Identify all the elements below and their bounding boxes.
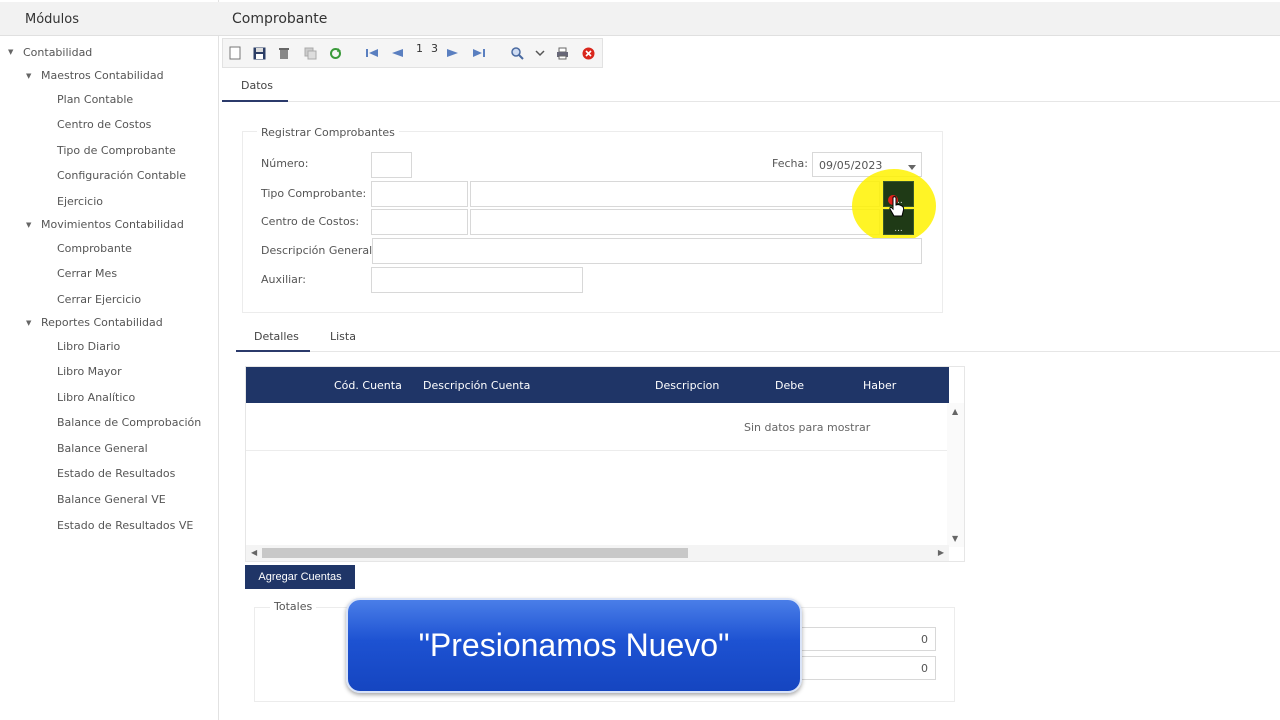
column-header-cod-cuenta[interactable]: Cód. Cuenta [334, 379, 402, 392]
tab-active-indicator [222, 100, 288, 102]
centro-costos-description-input[interactable] [470, 209, 880, 235]
modules-sidebar: Módulos ▼ Contabilidad ▼ Maestros Contab… [0, 0, 219, 720]
tree-item-maestros[interactable]: Maestros Contabilidad [41, 69, 164, 82]
page-title: Comprobante [232, 11, 328, 27]
sidebar-title: Módulos [25, 12, 79, 27]
tab-detalles[interactable]: Detalles [254, 330, 299, 343]
expand-icon[interactable]: ▼ [26, 319, 31, 327]
grid-header: Cód. Cuenta Descripción Cuenta Descripci… [246, 367, 949, 403]
page-current: 1 [416, 42, 423, 55]
tree-item-centro-costos[interactable]: Centro de Costos [57, 118, 151, 131]
total-debe-field: 0 [800, 627, 936, 651]
search-icon[interactable] [509, 45, 525, 61]
scroll-left-icon[interactable]: ◀ [251, 548, 257, 557]
scroll-right-icon[interactable]: ▶ [938, 548, 944, 557]
numero-input[interactable] [371, 152, 412, 178]
tree-item-cerrar-mes[interactable]: Cerrar Mes [57, 267, 117, 280]
tree-item-balance-general[interactable]: Balance General [57, 442, 148, 455]
tree-item-estado-resultados-ve[interactable]: Estado de Resultados VE [57, 519, 193, 532]
column-header-descripcion-cuenta[interactable]: Descripción Cuenta [423, 379, 530, 392]
auxiliar-input[interactable] [371, 267, 583, 293]
accounts-grid: Cód. Cuenta Descripción Cuenta Descripci… [245, 366, 965, 562]
detail-tab-active-indicator [236, 350, 310, 352]
fecha-label: Fecha: [772, 157, 808, 170]
expand-icon[interactable]: ▼ [26, 72, 31, 80]
previous-record-icon[interactable] [389, 45, 405, 61]
tab-datos[interactable]: Datos [241, 79, 273, 92]
totals-title: Totales [270, 600, 317, 613]
tipo-comprobante-label: Tipo Comprobante: [261, 187, 367, 200]
tree-item-movimientos[interactable]: Movimientos Contabilidad [41, 218, 184, 231]
scroll-up-icon[interactable]: ▲ [952, 407, 958, 416]
tree-item-balance-general-ve[interactable]: Balance General VE [57, 493, 166, 506]
page-header: Comprobante [219, 2, 1280, 36]
agregar-cuentas-button[interactable]: Agregar Cuentas [245, 565, 355, 589]
vertical-scrollbar[interactable]: ▲ ▼ [947, 403, 964, 547]
hand-cursor-icon [889, 196, 905, 222]
page-total: 3 [431, 42, 438, 55]
tree-item-reportes[interactable]: Reportes Contabilidad [41, 316, 163, 329]
tree-item-estado-resultados[interactable]: Estado de Resultados [57, 467, 175, 480]
tutorial-caption: "Presionamos Nuevo" [346, 598, 802, 693]
expand-icon[interactable]: ▼ [8, 48, 13, 56]
descripcion-general-input[interactable] [372, 238, 922, 264]
tree-item-tipo-comprobante[interactable]: Tipo de Comprobante [57, 144, 176, 157]
toolbar: 1 3 [222, 38, 603, 68]
numero-label: Número: [261, 157, 309, 170]
lookup-label: ... [894, 224, 903, 234]
tipo-comprobante-description-input[interactable] [470, 181, 880, 207]
tree-item-libro-analitico[interactable]: Libro Analítico [57, 391, 135, 404]
tree-item-contabilidad[interactable]: Contabilidad [23, 46, 92, 59]
new-icon[interactable] [227, 45, 243, 61]
expand-icon[interactable]: ▼ [26, 221, 31, 229]
tipo-comprobante-code-input[interactable] [371, 181, 468, 207]
total-haber-field: 0 [800, 656, 936, 680]
tree-item-plan-contable[interactable]: Plan Contable [57, 93, 133, 106]
print-icon[interactable] [554, 45, 570, 61]
horizontal-scrollbar[interactable]: ◀ ▶ [246, 545, 949, 561]
tree-item-comprobante[interactable]: Comprobante [57, 242, 132, 255]
next-record-icon[interactable] [445, 45, 461, 61]
column-header-descripcion[interactable]: Descripcion [655, 379, 719, 392]
descripcion-general-label: Descripción General: [261, 244, 376, 257]
last-record-icon[interactable] [471, 45, 487, 61]
column-header-debe[interactable]: Debe [775, 379, 804, 392]
column-header-haber[interactable]: Haber [863, 379, 896, 392]
copy-icon[interactable] [302, 45, 318, 61]
grid-empty-message: Sin datos para mostrar [744, 421, 871, 434]
tree-item-libro-diario[interactable]: Libro Diario [57, 340, 120, 353]
refresh-icon[interactable] [327, 45, 343, 61]
tab-lista[interactable]: Lista [330, 330, 356, 343]
centro-costos-code-input[interactable] [371, 209, 468, 235]
first-record-icon[interactable] [364, 45, 380, 61]
detail-tab-divider [236, 351, 1280, 352]
tab-divider [222, 101, 1280, 102]
grid-row-divider [246, 450, 949, 451]
horizontal-scroll-thumb[interactable] [262, 548, 688, 558]
tree-item-configuracion[interactable]: Configuración Contable [57, 169, 186, 182]
centro-costos-label: Centro de Costos: [261, 215, 360, 228]
panel-title: Registrar Comprobantes [257, 126, 399, 139]
close-icon[interactable] [580, 45, 596, 61]
tree-item-libro-mayor[interactable]: Libro Mayor [57, 365, 122, 378]
sidebar-header: Módulos [0, 2, 219, 36]
delete-icon[interactable] [276, 45, 292, 61]
scroll-down-icon[interactable]: ▼ [952, 534, 958, 543]
chevron-down-icon[interactable] [532, 45, 548, 61]
tree-item-ejercicio[interactable]: Ejercicio [57, 195, 103, 208]
tree-item-cerrar-ejercicio[interactable]: Cerrar Ejercicio [57, 293, 141, 306]
fecha-value: 09/05/2023 [819, 159, 883, 172]
auxiliar-label: Auxiliar: [261, 273, 306, 286]
tree-item-balance-comprobacion[interactable]: Balance de Comprobación [57, 416, 201, 429]
save-icon[interactable] [251, 45, 267, 61]
